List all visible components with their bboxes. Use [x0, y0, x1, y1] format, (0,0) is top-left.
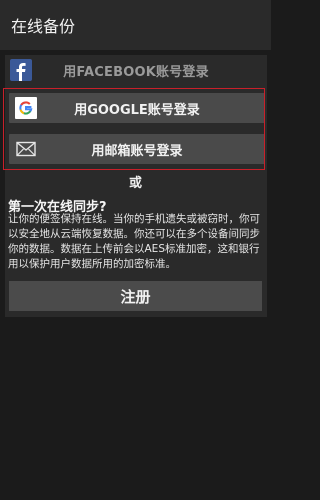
title-bar: 在线备份: [0, 0, 271, 50]
page-title: 在线备份: [11, 17, 76, 36]
or-separator: 或: [128, 176, 142, 191]
login-options-highlight: [3, 88, 265, 170]
facebook-login-button[interactable]: 用FACEBOOK账号登录: [5, 55, 267, 85]
facebook-login-label: 用FACEBOOK账号登录: [63, 64, 209, 80]
sync-description: 让你的便签保持在线。当你的手机遗失或被窃时，你可以安全地从云端恢复数据。你还可以…: [8, 213, 260, 270]
register-button[interactable]: 注册: [9, 281, 262, 311]
facebook-icon: [9, 58, 33, 82]
